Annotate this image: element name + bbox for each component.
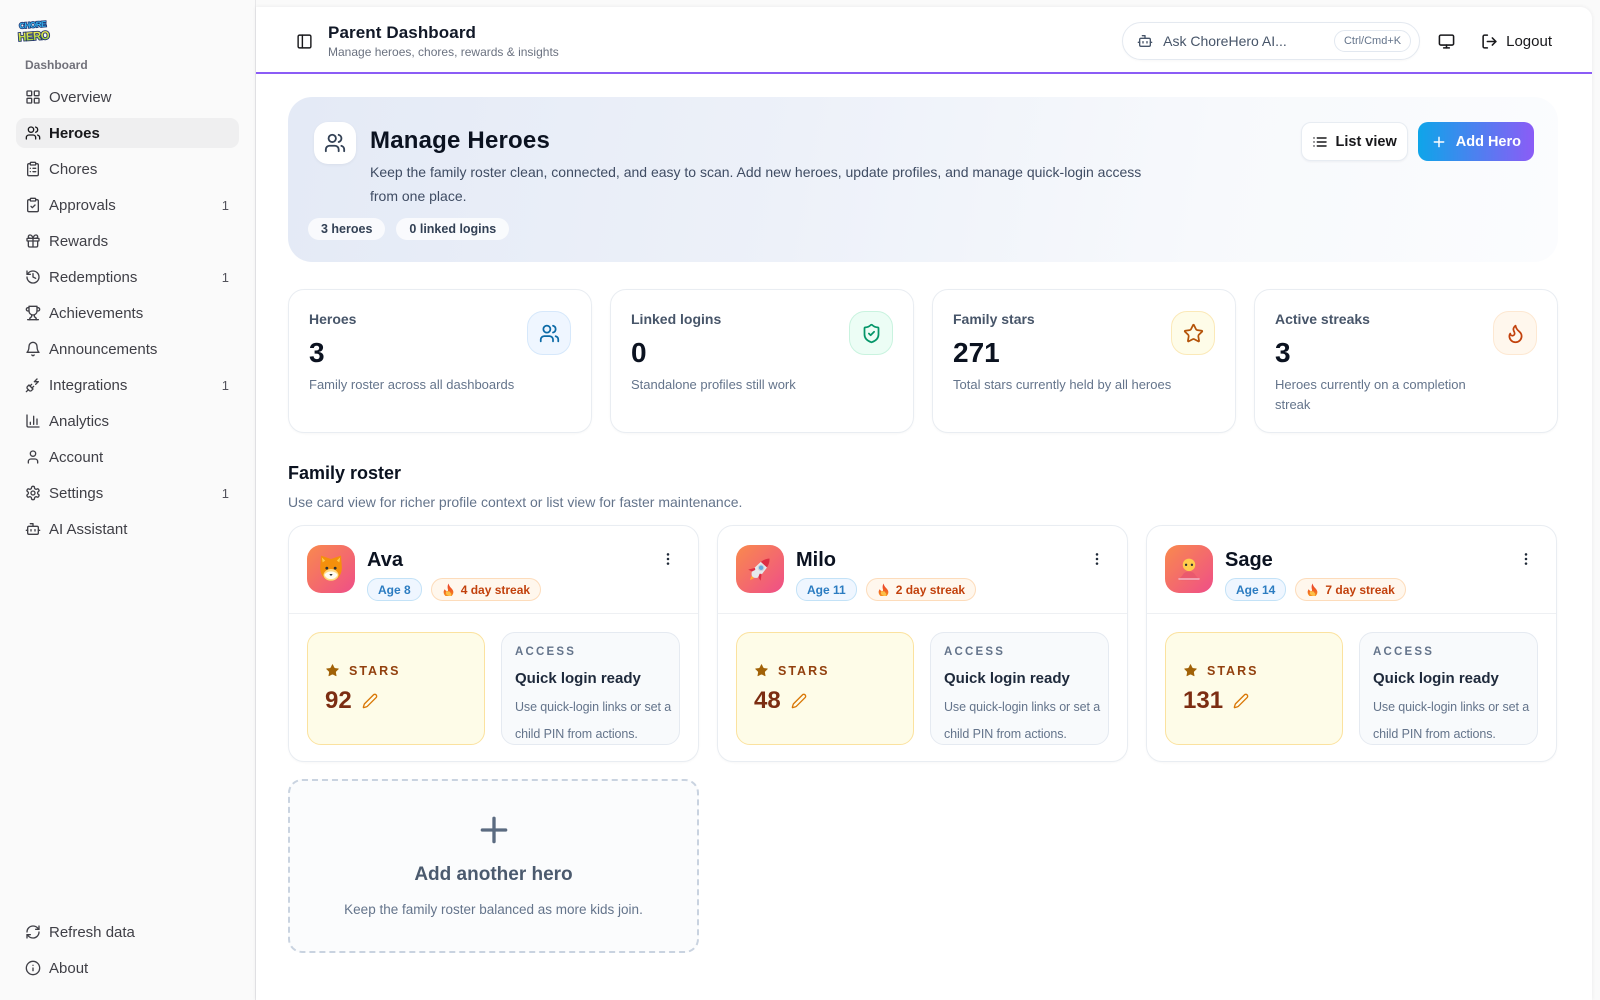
svg-text:HERO: HERO [18, 30, 51, 44]
svg-text:CHORE: CHORE [19, 20, 48, 31]
